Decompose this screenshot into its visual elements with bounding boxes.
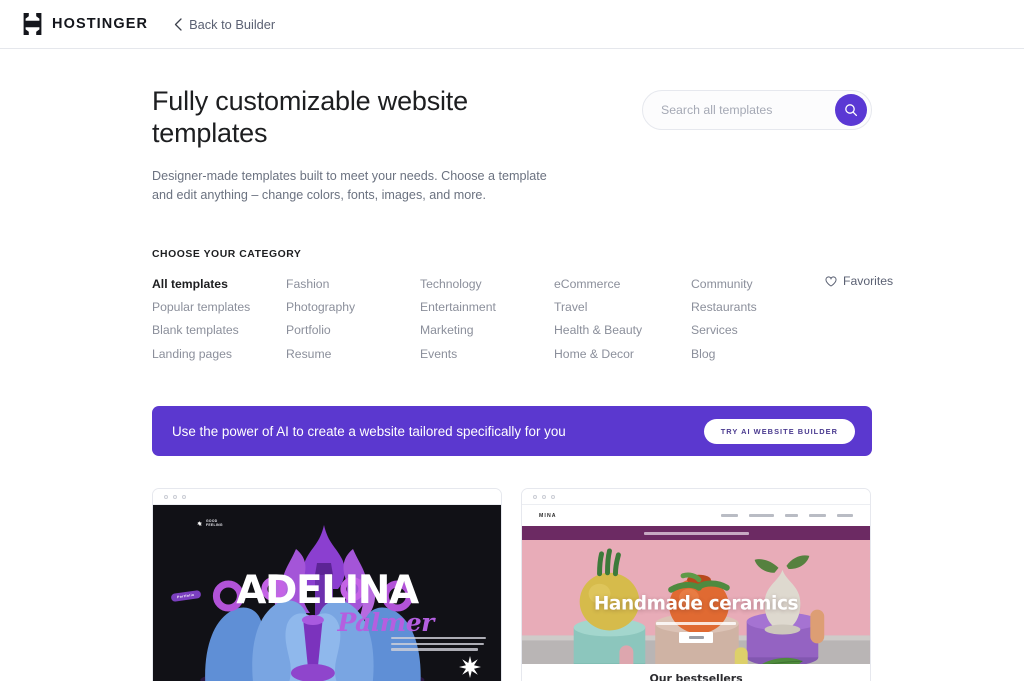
category-community[interactable]: Community [691,273,825,296]
category-travel[interactable]: Travel [554,296,691,319]
brand-name: HOSTINGER [52,16,149,32]
category-portfolio[interactable]: Portfolio [286,319,420,342]
mina-nav-link [785,514,798,517]
category-all-templates[interactable]: All templates [152,273,286,296]
back-to-builder-link[interactable]: Back to Builder [174,17,275,32]
category-blank-templates[interactable]: Blank templates [152,319,286,342]
template-grid: GOOD FEELING Portfolio ADELINA Palmer MI… [152,488,872,681]
mina-shop-button [679,631,713,643]
template-card: MINA Handmade ceramics Our bestsellers [521,488,871,681]
category-health-beauty[interactable]: Health & Beauty [554,319,691,342]
chevron-left-icon [174,17,182,31]
page-subtitle: Designer-made templates built to meet yo… [152,168,547,203]
hostinger-logo-icon [22,13,43,35]
category-fashion[interactable]: Fashion [286,273,420,296]
chrome-dot [551,494,555,499]
mina-artwork: MINA Handmade ceramics Our bestsellers [522,505,870,681]
browser-chrome-bar [522,489,870,505]
mina-subheadline [656,621,736,625]
star-burst-icon [459,656,481,678]
favorites-label: Favorites [843,273,894,288]
adelina-badge-text: GOOD FEELING [206,519,223,528]
chrome-dot [182,494,186,499]
category-heading: CHOOSE YOUR CATEGORY [152,248,302,260]
mina-nav-link [809,514,826,517]
mina-nav: MINA [522,505,870,526]
category-landing-pages[interactable]: Landing pages [152,343,286,366]
category-resume[interactable]: Resume [286,343,420,366]
search-bar[interactable] [642,90,872,130]
back-to-builder-label: Back to Builder [189,16,276,32]
mina-nav-links [721,514,853,517]
adelina-script-name: Palmer [337,608,434,637]
try-ai-website-builder-button[interactable]: TRY AI WEBSITE BUILDER [703,418,855,444]
category-blog[interactable]: Blog [691,343,825,366]
search-button[interactable] [835,94,867,126]
favorites-link[interactable]: Favorites [825,273,893,366]
browser-chrome-bar [153,489,501,505]
category-column-1: All templates Popular templates Blank te… [152,273,286,366]
heart-icon [825,274,837,287]
template-screenshot: GOOD FEELING Portfolio ADELINA Palmer [153,505,501,681]
hero-text-block: Fully customizable website templates Des… [152,85,582,206]
category-column-2: Fashion Photography Portfolio Resume [286,273,420,366]
template-preview-adelina[interactable]: GOOD FEELING Portfolio ADELINA Palmer [152,488,502,681]
template-card: GOOD FEELING Portfolio ADELINA Palmer [152,488,502,681]
search-input[interactable] [661,103,835,117]
adelina-artwork: GOOD FEELING Portfolio ADELINA Palmer [153,505,501,681]
mina-announcement-bar [522,526,870,540]
category-events[interactable]: Events [420,343,554,366]
category-column-5: Community Restaurants Services Blog [691,273,825,366]
chrome-dot [164,494,168,499]
category-marketing[interactable]: Marketing [420,319,554,342]
category-home-decor[interactable]: Home & Decor [554,343,691,366]
category-popular-templates[interactable]: Popular templates [152,296,286,319]
mina-announcement-text [643,531,749,535]
mina-section-title: Our bestsellers [522,664,870,681]
category-column-3: Technology Entertainment Marketing Event… [420,273,554,366]
mina-cart-icon [837,514,853,517]
sparkle-icon [197,520,202,526]
mina-hero: Handmade ceramics [522,540,870,664]
category-section: All templates Popular templates Blank te… [152,273,893,366]
mina-nav-link [749,514,774,517]
chrome-dot [542,494,546,499]
adelina-headline: ADELINA [236,568,419,613]
brand-logo[interactable]: HOSTINGER [22,13,148,35]
category-columns: All templates Popular templates Blank te… [152,273,825,366]
mina-headline: Handmade ceramics [593,593,799,615]
templates-page: Fully customizable website templates Des… [0,49,1024,681]
category-photography[interactable]: Photography [286,296,420,319]
adelina-badge: GOOD FEELING [197,519,223,528]
category-technology[interactable]: Technology [420,273,554,296]
mina-nav-link [721,514,738,517]
hero-section: Fully customizable website templates Des… [152,85,872,206]
mina-logo: MINA [539,512,557,519]
ai-promo-banner: Use the power of AI to create a website … [152,406,872,456]
category-services[interactable]: Services [691,319,825,342]
category-restaurants[interactable]: Restaurants [691,296,825,319]
page-title: Fully customizable website templates [152,86,468,149]
category-column-4: eCommerce Travel Health & Beauty Home & … [554,273,691,366]
category-ecommerce[interactable]: eCommerce [554,273,691,296]
app-header: HOSTINGER Back to Builder [0,0,1024,49]
adelina-body-copy [391,637,486,654]
chrome-dot [533,494,537,499]
ai-promo-text: Use the power of AI to create a website … [172,423,566,439]
template-preview-mina[interactable]: MINA Handmade ceramics Our bestsellers [521,488,871,681]
search-icon [844,103,858,117]
chrome-dot [173,494,177,499]
template-screenshot: MINA Handmade ceramics Our bestsellers [522,505,870,681]
category-entertainment[interactable]: Entertainment [420,296,554,319]
